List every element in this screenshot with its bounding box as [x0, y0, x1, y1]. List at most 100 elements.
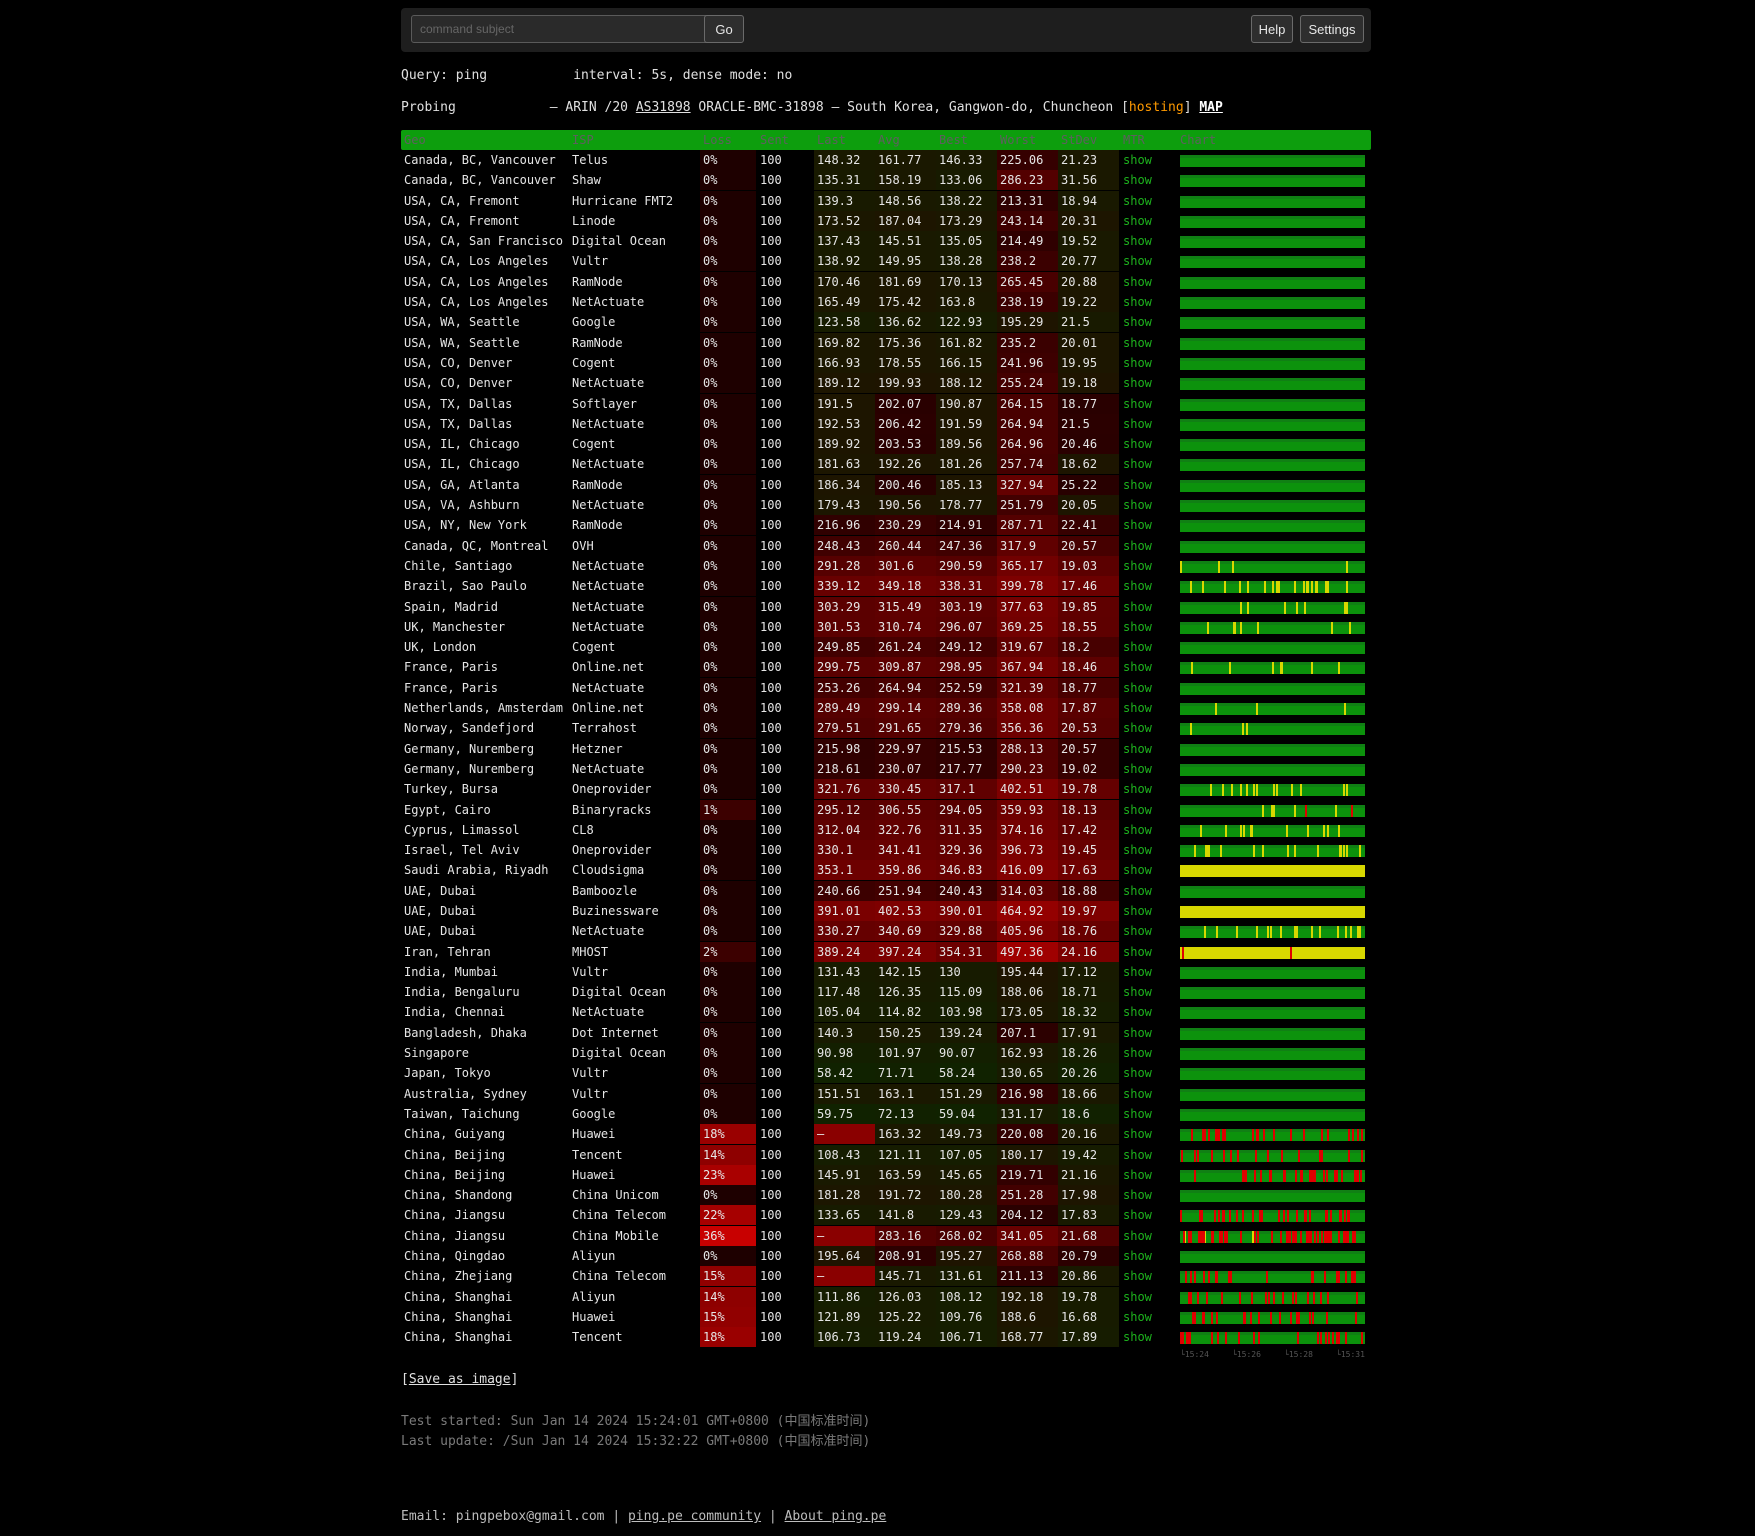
- cell-last: 249.85: [814, 637, 875, 658]
- mtr-show-link[interactable]: show: [1123, 698, 1152, 718]
- mtr-show-link[interactable]: show: [1123, 1205, 1152, 1225]
- chart-bar: [1327, 824, 1330, 837]
- mtr-show-link[interactable]: show: [1123, 881, 1152, 901]
- mtr-show-link[interactable]: show: [1123, 1185, 1152, 1205]
- mtr-show-link[interactable]: show: [1123, 272, 1152, 292]
- mtr-show-link[interactable]: show: [1123, 211, 1152, 231]
- mtr-show-link[interactable]: show: [1123, 1327, 1152, 1347]
- chart-bar: [1231, 784, 1234, 797]
- mtr-show-link[interactable]: show: [1123, 231, 1152, 251]
- cell-avg: 121.11: [875, 1144, 936, 1165]
- mtr-show-link[interactable]: show: [1123, 394, 1152, 414]
- map-link[interactable]: MAP: [1199, 100, 1222, 115]
- help-button[interactable]: Help: [1251, 15, 1293, 43]
- mtr-show-link[interactable]: show: [1123, 556, 1152, 576]
- mtr-show-link[interactable]: show: [1123, 1023, 1152, 1043]
- chart-bar: [1208, 1271, 1211, 1284]
- mtr-show-link[interactable]: show: [1123, 901, 1152, 921]
- mtr-show-link[interactable]: show: [1123, 1043, 1152, 1063]
- cell-geo: Canada, QC, Montreal: [404, 538, 549, 553]
- mtr-show-link[interactable]: show: [1123, 1226, 1152, 1246]
- cell-avg: 126.03: [875, 1286, 936, 1307]
- settings-button[interactable]: Settings: [1300, 15, 1364, 43]
- chart-bar: [1218, 1129, 1221, 1142]
- mtr-show-link[interactable]: show: [1123, 657, 1152, 677]
- probing-prefix: – ARIN /20: [549, 100, 636, 115]
- cell-loss: 0%: [700, 474, 756, 495]
- table-row: Brazil, Sao Paulo NetActuate 0% 100 339.12 34…: [401, 576, 1371, 597]
- mtr-show-link[interactable]: show: [1123, 475, 1152, 495]
- mtr-show-link[interactable]: show: [1123, 312, 1152, 332]
- mtr-show-link[interactable]: show: [1123, 515, 1152, 535]
- mtr-show-link[interactable]: show: [1123, 1165, 1152, 1185]
- cell-best: 195.27: [936, 1246, 997, 1267]
- mtr-show-link[interactable]: show: [1123, 292, 1152, 312]
- chart-bar: [1255, 703, 1258, 716]
- chart-bar: [1307, 1230, 1310, 1243]
- about-link[interactable]: About ping.pe: [785, 1509, 887, 1524]
- cell-stdev: 20.77: [1058, 251, 1119, 272]
- mtr-show-link[interactable]: show: [1123, 1266, 1152, 1286]
- mtr-show-link[interactable]: show: [1123, 333, 1152, 353]
- community-link[interactable]: ping.pe community: [628, 1509, 761, 1524]
- mtr-show-link[interactable]: show: [1123, 434, 1152, 454]
- cell-worst: 264.96: [997, 434, 1058, 455]
- chart-bar: [1182, 1332, 1185, 1345]
- table-row: Norway, Sandefjord Terrahost 0% 100 279.51 29…: [401, 718, 1371, 739]
- mtr-show-link[interactable]: show: [1123, 150, 1152, 170]
- mtr-show-link[interactable]: show: [1123, 1287, 1152, 1307]
- chart-bar: [1242, 1169, 1245, 1182]
- mtr-show-link[interactable]: show: [1123, 678, 1152, 698]
- mtr-show-link[interactable]: show: [1123, 617, 1152, 637]
- chart-bar: [1191, 1129, 1194, 1142]
- cell-geo: Israel, Tel Aviv: [404, 843, 520, 858]
- mtr-show-link[interactable]: show: [1123, 373, 1152, 393]
- mtr-show-link[interactable]: show: [1123, 800, 1152, 820]
- mtr-show-link[interactable]: show: [1123, 1307, 1152, 1327]
- command-subject-input[interactable]: [411, 15, 731, 43]
- mtr-show-link[interactable]: show: [1123, 353, 1152, 373]
- mtr-show-link[interactable]: show: [1123, 962, 1152, 982]
- mtr-show-link[interactable]: show: [1123, 495, 1152, 515]
- mtr-show-link[interactable]: show: [1123, 1124, 1152, 1144]
- mtr-show-link[interactable]: show: [1123, 1246, 1152, 1266]
- go-button[interactable]: Go: [704, 15, 744, 43]
- mtr-show-link[interactable]: show: [1123, 942, 1152, 962]
- save-as-image-link[interactable]: Save as image: [409, 1372, 511, 1387]
- mtr-show-link[interactable]: show: [1123, 718, 1152, 738]
- mtr-show-link[interactable]: show: [1123, 1145, 1152, 1165]
- mtr-show-link[interactable]: show: [1123, 637, 1152, 657]
- mtr-show-link[interactable]: show: [1123, 820, 1152, 840]
- table-row: USA, TX, Dallas NetActuate 0% 100 192.53 206.…: [401, 413, 1371, 434]
- mtr-show-link[interactable]: show: [1123, 251, 1152, 271]
- chart-bar: [1189, 1230, 1192, 1243]
- mtr-show-link[interactable]: show: [1123, 576, 1152, 596]
- cell-worst: 321.39: [997, 677, 1058, 698]
- cell-loss: 22%: [700, 1205, 756, 1226]
- mtr-show-link[interactable]: show: [1123, 1063, 1152, 1083]
- mtr-show-link[interactable]: show: [1123, 840, 1152, 860]
- mtr-show-link[interactable]: show: [1123, 597, 1152, 617]
- mtr-show-link[interactable]: show: [1123, 1104, 1152, 1124]
- mtr-show-link[interactable]: show: [1123, 759, 1152, 779]
- mtr-show-link[interactable]: show: [1123, 170, 1152, 190]
- mtr-show-link[interactable]: show: [1123, 454, 1152, 474]
- mtr-show-link[interactable]: show: [1123, 921, 1152, 941]
- mtr-show-link[interactable]: show: [1123, 1084, 1152, 1104]
- mtr-show-link[interactable]: show: [1123, 779, 1152, 799]
- mtr-show-link[interactable]: show: [1123, 414, 1152, 434]
- cell-sent: 100: [760, 985, 782, 1000]
- cell-loss: 0%: [700, 150, 756, 170]
- mtr-show-link[interactable]: show: [1123, 982, 1152, 1002]
- chart-bar: [1310, 926, 1313, 939]
- mtr-show-link[interactable]: show: [1123, 1002, 1152, 1022]
- chart-bar: [1360, 1332, 1363, 1345]
- mtr-show-link[interactable]: show: [1123, 860, 1152, 880]
- cell-isp: Cloudsigma: [572, 863, 645, 878]
- mtr-show-link[interactable]: show: [1123, 739, 1152, 759]
- mtr-show-link[interactable]: show: [1123, 536, 1152, 556]
- mtr-show-link[interactable]: show: [1123, 191, 1152, 211]
- asn-link[interactable]: AS31898: [636, 100, 691, 115]
- latency-sparkline: [1180, 1108, 1365, 1121]
- chart-bar: [1317, 946, 1320, 959]
